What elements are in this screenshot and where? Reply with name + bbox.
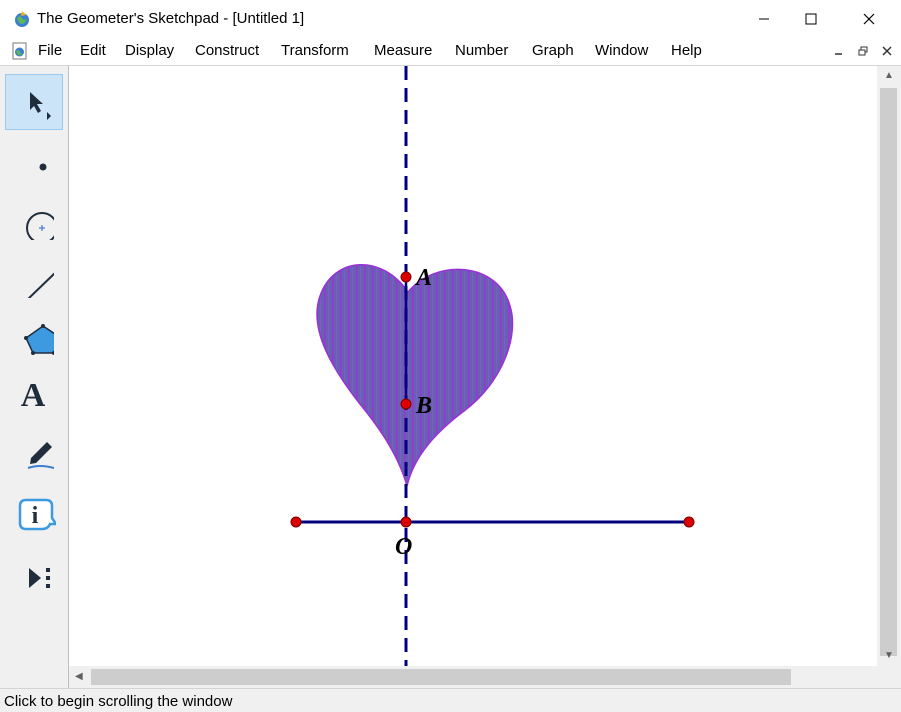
point-a[interactable]	[400, 271, 412, 283]
marker-tool[interactable]	[5, 426, 63, 482]
menu-bar: File Edit Display Construct Transform Me…	[0, 38, 901, 66]
straightedge-tool[interactable]	[5, 250, 63, 306]
menu-graph[interactable]: Graph	[532, 42, 574, 59]
menu-help[interactable]: Help	[671, 42, 702, 59]
pentagon-icon	[24, 324, 54, 355]
heart-shape[interactable]	[316, 264, 514, 487]
horizontal-scrollbar[interactable]: ◀	[69, 666, 877, 688]
menu-measure[interactable]: Measure	[374, 42, 432, 59]
circle-icon	[26, 212, 54, 240]
arrow-icon	[30, 92, 51, 120]
mdi-minimize-button[interactable]	[830, 43, 848, 59]
info-icon-letter: i	[32, 503, 39, 529]
scrollbar-corner	[877, 666, 901, 688]
info-icon: i	[18, 498, 56, 531]
close-icon	[863, 13, 875, 25]
minimize-button[interactable]	[741, 0, 787, 38]
window-title: The Geometer's Sketchpad - [Untitled 1]	[37, 10, 305, 27]
mdi-restore-button[interactable]	[854, 43, 872, 59]
segment-left-endpoint[interactable]	[290, 516, 302, 528]
scroll-down-icon[interactable]: ▼	[884, 650, 894, 661]
scroll-left-icon[interactable]: ◀	[75, 671, 83, 682]
mdi-close-icon	[882, 46, 892, 56]
selection-arrow-tool[interactable]	[5, 74, 63, 130]
status-bar: Click to begin scrolling the window	[0, 688, 901, 712]
maximize-button[interactable]	[788, 0, 834, 38]
custom-tool[interactable]	[5, 544, 63, 600]
label-a[interactable]: A	[414, 265, 432, 291]
toolbox: A i	[0, 66, 69, 688]
information-tool[interactable]: i	[5, 486, 63, 542]
menu-number[interactable]: Number	[455, 42, 508, 59]
segment-right-endpoint[interactable]	[683, 516, 695, 528]
letter-a-icon: A	[20, 377, 46, 414]
polygon-tool[interactable]	[5, 308, 63, 364]
mdi-minimize-icon	[835, 53, 842, 55]
menu-file[interactable]: File	[38, 42, 62, 59]
mdi-close-button[interactable]	[878, 43, 896, 59]
menu-construct[interactable]: Construct	[195, 42, 259, 59]
point-icon	[39, 163, 47, 171]
mdi-restore-icon	[858, 46, 868, 56]
menu-transform[interactable]: Transform	[281, 42, 349, 59]
segment-icon	[27, 272, 54, 298]
compass-tool[interactable]	[5, 192, 63, 248]
marker-pen-icon	[27, 442, 54, 469]
title-bar: The Geometer's Sketchpad - [Untitled 1]	[0, 0, 901, 38]
vertical-scroll-thumb[interactable]	[880, 88, 897, 656]
point-o[interactable]	[400, 516, 412, 528]
document-icon[interactable]	[11, 42, 29, 60]
sketchpad-globe-icon	[15, 11, 29, 27]
menu-window[interactable]: Window	[595, 42, 648, 59]
maximize-icon	[805, 13, 817, 25]
point-b[interactable]	[400, 398, 412, 410]
play-menu-icon	[29, 568, 50, 588]
status-text: Click to begin scrolling the window	[4, 693, 233, 710]
point-tool[interactable]	[5, 132, 63, 188]
horizontal-scroll-thumb[interactable]	[91, 669, 791, 685]
scroll-up-icon[interactable]: ▲	[884, 70, 894, 81]
sketch-drawing: A B O	[290, 66, 695, 666]
menu-display[interactable]: Display	[125, 42, 174, 59]
sketch-canvas[interactable]: A B O	[69, 66, 877, 666]
vertical-scrollbar[interactable]: ▲ ▼	[877, 66, 901, 666]
label-o[interactable]: O	[395, 534, 412, 560]
text-tool[interactable]: A	[5, 368, 63, 424]
minimize-icon	[759, 18, 769, 20]
close-button[interactable]	[846, 0, 892, 38]
menu-edit[interactable]: Edit	[80, 42, 106, 59]
label-b[interactable]: B	[415, 393, 432, 419]
